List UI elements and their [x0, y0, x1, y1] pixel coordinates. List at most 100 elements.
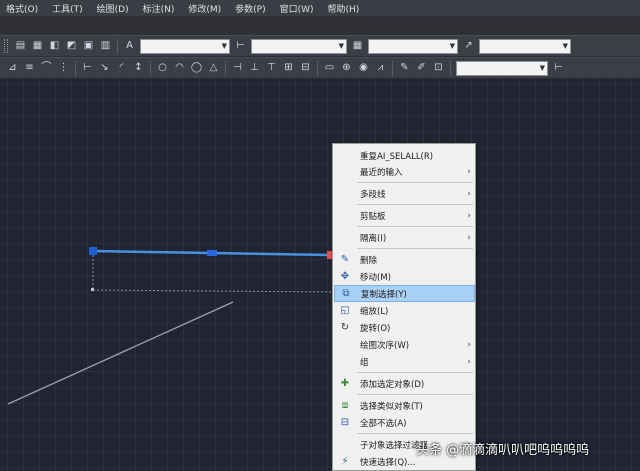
menu-separator [357, 394, 473, 395]
menu-item-rotate[interactable]: ↻ 旋转(O) [334, 319, 475, 336]
menu-item-move[interactable]: ✥ 移动(M) [334, 268, 475, 285]
menu-separator [357, 372, 473, 373]
chevron-right-icon: › [467, 356, 471, 367]
dim-update-icon[interactable]: ⊡ [431, 61, 446, 76]
dim-space-icon[interactable]: ⊞ [281, 61, 296, 76]
dim-diameter-icon[interactable]: ◯ [189, 61, 204, 76]
dim-radius-icon[interactable]: ○ [155, 61, 170, 76]
menu-bar: 格式(O) 工具(T) 绘图(D) 标注(N) 修改(M) 参数(P) 窗口(W… [0, 0, 640, 17]
jogged-linear-icon[interactable]: ⩘ [373, 61, 388, 76]
menu-item-clipboard[interactable]: 剪贴板 › [334, 207, 475, 224]
selection-dashed-line [92, 289, 332, 293]
tolerance-icon[interactable]: ▭ [322, 61, 337, 76]
dim-aligned-icon[interactable]: ≡ [22, 61, 37, 76]
toolbar-separator [317, 60, 318, 76]
dim-continue-icon[interactable]: ⊤ [264, 61, 279, 76]
dim-arc-icon[interactable]: ⌒ [39, 61, 54, 76]
dim-arc-length-icon[interactable]: ◜ [114, 61, 129, 76]
dim-linear-h-icon[interactable]: ⊢ [80, 61, 95, 76]
properties-toolbar: ▤ ▦ ◧ ◩ ▣ ▥ A ▼ ⊢ ▼ ▦ ▼ ↗ ▼ [0, 35, 640, 57]
dim-text-edit-icon[interactable]: ✐ [414, 61, 429, 76]
multileader-style-combo[interactable]: ▼ [479, 38, 571, 54]
menu-draw[interactable]: 绘图(D) [90, 2, 136, 15]
table-style-icon[interactable]: ▦ [350, 39, 365, 54]
toolbar-separator [75, 60, 76, 76]
menu-item-erase[interactable]: ✎ 删除 [334, 251, 475, 268]
diagonal-line[interactable] [7, 301, 234, 405]
layer-states-icon[interactable]: ▦ [30, 39, 45, 54]
menu-format[interactable]: 格式(O) [0, 2, 45, 15]
dim-baseline-icon[interactable]: ⊥ [247, 61, 262, 76]
menu-separator [357, 433, 473, 434]
toolbar-separator [150, 60, 151, 76]
chevron-right-icon: › [467, 166, 471, 177]
center-mark-icon[interactable]: ⊕ [339, 61, 354, 76]
quick-dim-icon[interactable]: ⊣ [230, 61, 245, 76]
table-style-combo[interactable]: ▼ [368, 38, 458, 54]
text-style-icon[interactable]: A [122, 39, 137, 54]
menu-item-select-similar[interactable]: ⧈ 选择类似对象(T) [334, 397, 475, 414]
chevron-right-icon: › [467, 210, 471, 221]
dim-style-combo[interactable]: ▼ [456, 60, 548, 76]
match-layer-icon[interactable]: ◩ [64, 39, 79, 54]
dim-aligned-2-icon[interactable]: ↘ [97, 61, 112, 76]
eraser-icon: ✎ [340, 254, 350, 265]
chevron-down-icon: ▼ [221, 42, 227, 50]
dim-ordinate-icon[interactable]: ⋮ [56, 61, 71, 76]
dim-jogged-icon[interactable]: ◠ [172, 61, 187, 76]
watermark: 头条 @滴滴滴叭叭吧呜呜呜呜 [416, 443, 590, 458]
dimension-style-combo[interactable]: ▼ [251, 38, 347, 54]
dim-edit-icon[interactable]: ✎ [397, 61, 412, 76]
menu-item-isolate[interactable]: 隔离(I) › [334, 229, 475, 246]
layer-icon[interactable]: ▤ [13, 39, 28, 54]
menu-window[interactable]: 窗口(W) [273, 2, 321, 15]
dim-linear-icon[interactable]: ⊿ [5, 61, 20, 76]
menu-item-scale[interactable]: ◱ 缩放(L) [334, 302, 475, 319]
deselect-all-icon: ⊟ [340, 417, 350, 428]
grip-midpoint[interactable] [207, 250, 217, 256]
menu-dimension[interactable]: 标注(N) [136, 2, 182, 15]
menu-modify[interactable]: 修改(M) [181, 2, 228, 15]
menu-item-add-selected[interactable]: ✚ 添加选定对象(D) [334, 375, 475, 392]
menu-separator [357, 182, 473, 183]
menu-separator [357, 226, 473, 227]
dim-angular-icon[interactable]: △ [206, 61, 221, 76]
move-icon: ✥ [340, 271, 350, 282]
toolbar-grip[interactable] [4, 39, 8, 53]
multileader-style-icon[interactable]: ↗ [461, 39, 476, 54]
menu-tools[interactable]: 工具(T) [45, 2, 90, 15]
chevron-right-icon: › [467, 339, 471, 350]
dim-style-manager-icon[interactable]: ⊢ [551, 61, 566, 76]
select-similar-icon: ⧈ [341, 400, 349, 411]
drawing-svg [7, 247, 335, 405]
dim-break-icon[interactable]: ⊟ [298, 61, 313, 76]
chevron-right-icon: › [467, 188, 471, 199]
toolbar-separator [225, 60, 226, 76]
dim-ordinate-2-icon[interactable]: ↕ [131, 61, 146, 76]
dimension-toolbar: ⊿ ≡ ⌒ ⋮ ⊢ ↘ ◜ ↕ ○ ◠ ◯ △ ⊣ ⊥ ⊤ ⊞ ⊟ ▭ ⊕ ◉ … [0, 57, 640, 79]
dimension-style-icon[interactable]: ⊢ [233, 39, 248, 54]
layer-freeze-icon[interactable]: ▥ [98, 39, 113, 54]
toolbar-separator [392, 60, 393, 76]
drawing-canvas[interactable] [0, 79, 640, 471]
chevron-down-icon: ▼ [539, 64, 545, 72]
menu-item-repeat-selall[interactable]: 重复AI_SELALL(R) [334, 147, 475, 164]
inspect-icon[interactable]: ◉ [356, 61, 371, 76]
menu-parametric[interactable]: 参数(P) [228, 2, 272, 15]
text-style-combo[interactable]: ▼ [140, 38, 230, 54]
menu-item-recent-input[interactable]: 最近的输入 › [334, 163, 475, 180]
menu-help[interactable]: 帮助(H) [321, 2, 367, 15]
menu-item-group[interactable]: 组 › [334, 353, 475, 370]
layer-previous-icon[interactable]: ◧ [47, 39, 62, 54]
quick-select-icon: ⚡ [341, 456, 349, 467]
toolbar-separator [117, 38, 118, 54]
layer-isolate-icon[interactable]: ▣ [81, 39, 96, 54]
menu-item-deselect-all[interactable]: ⊟ 全部不选(A) [334, 414, 475, 431]
menu-item-copy-selection[interactable]: ⧉ 复制选择(Y) [334, 285, 475, 302]
chevron-down-icon: ▼ [338, 42, 344, 50]
menu-item-draw-order[interactable]: 绘图次序(W) › [334, 336, 475, 353]
menu-item-polyline[interactable]: 多段线 › [334, 185, 475, 202]
menu-separator [357, 248, 473, 249]
grip-start[interactable] [89, 247, 97, 255]
menu-separator [357, 204, 473, 205]
